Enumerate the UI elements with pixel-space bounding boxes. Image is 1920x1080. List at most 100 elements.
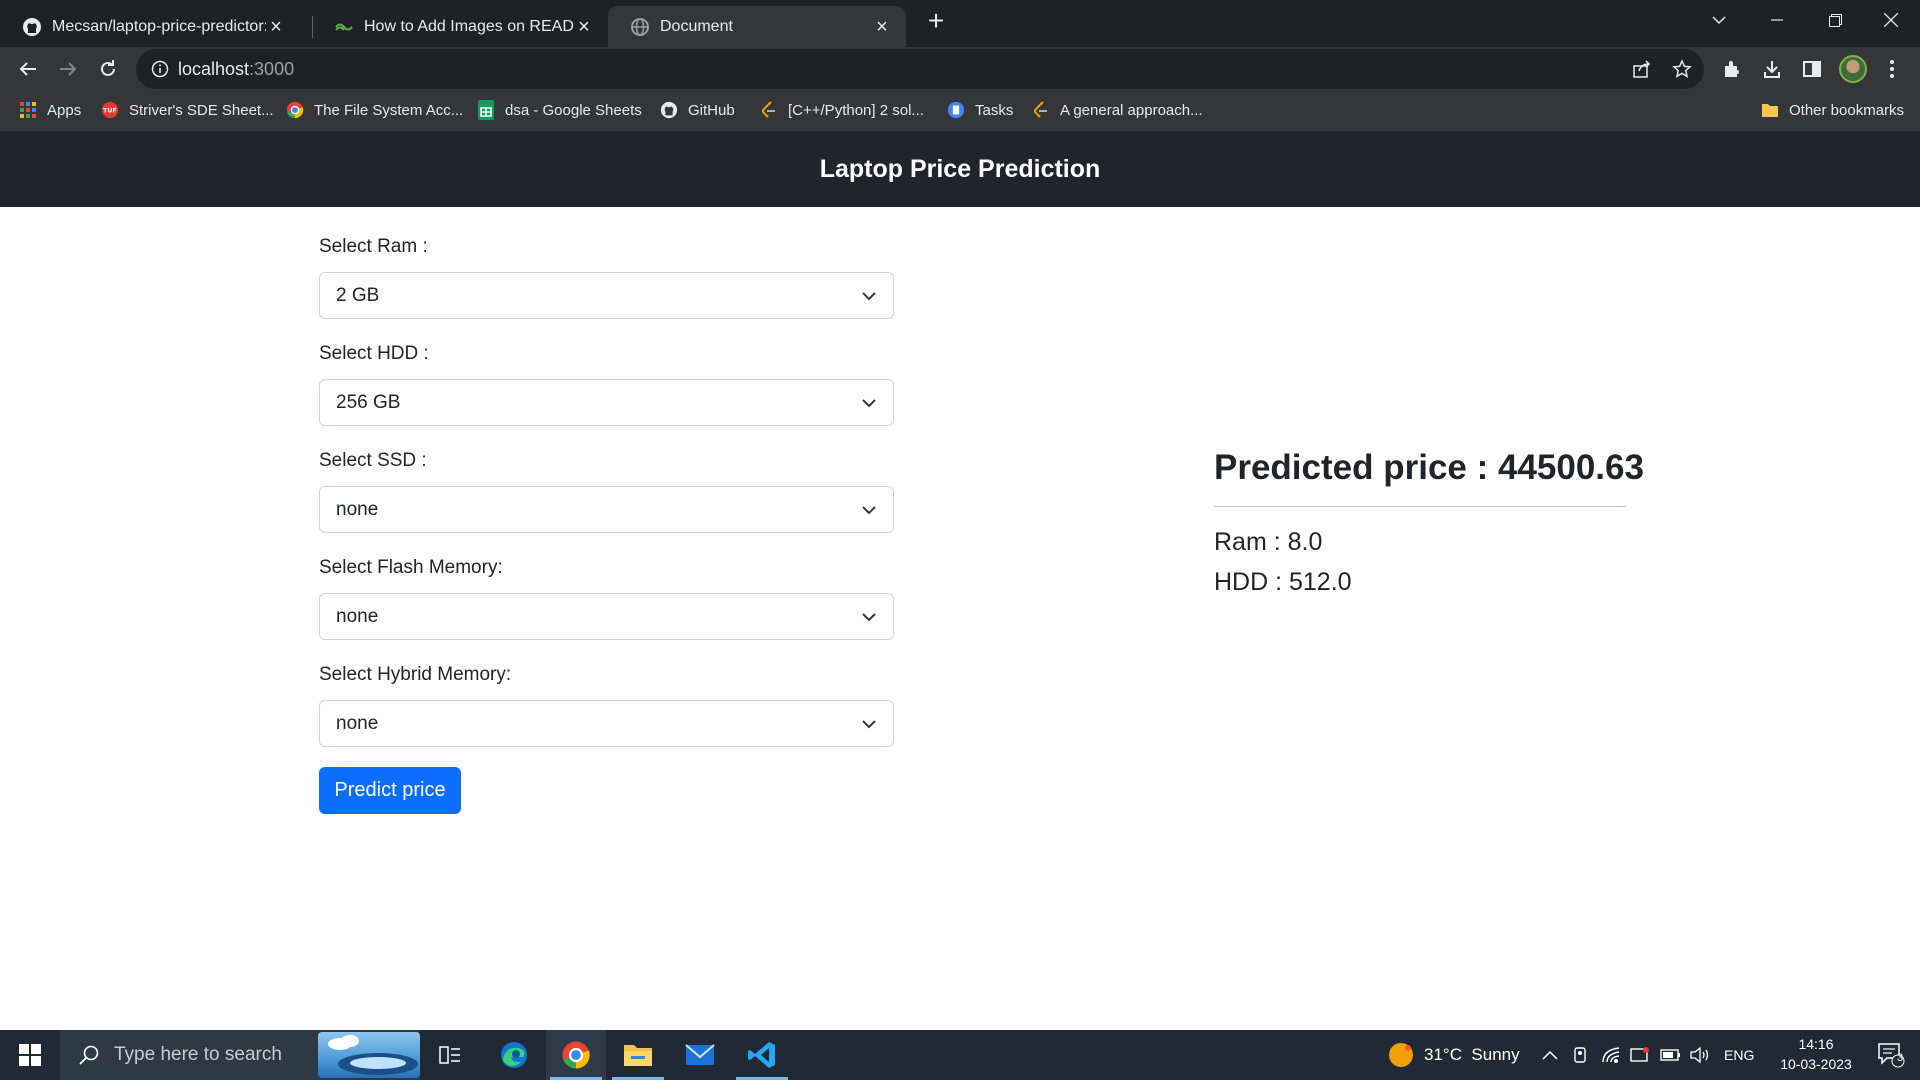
chevron-down-icon <box>862 292 876 301</box>
task-view-icon <box>439 1046 460 1064</box>
profile-avatar[interactable] <box>1839 55 1867 83</box>
tab-search-button[interactable] <box>1690 0 1748 40</box>
share-icon[interactable] <box>1630 57 1654 81</box>
bookmark-dsa-sheets[interactable]: dsa - Google Sheets <box>477 100 642 120</box>
taskbar-file-explorer[interactable] <box>608 1030 668 1080</box>
hdd-select[interactable]: 256 GB <box>319 379 894 426</box>
chevron-down-icon <box>862 399 876 408</box>
sun-icon <box>1389 1043 1413 1067</box>
minimize-button[interactable] <box>1748 0 1806 40</box>
notification-center-button[interactable]: 3 <box>1866 1030 1916 1080</box>
close-tab-icon[interactable]: × <box>266 17 286 37</box>
bookmark-file-system[interactable]: The File System Acc... <box>286 101 463 119</box>
back-button[interactable] <box>12 53 44 85</box>
reload-button[interactable] <box>92 53 124 85</box>
chevron-down-icon <box>862 613 876 622</box>
bookmark-apps[interactable]: Apps <box>19 101 81 119</box>
task-view-button[interactable] <box>420 1030 480 1080</box>
ram-label: Select Ram : <box>319 236 428 257</box>
predicted-price-heading: Predicted price : 44500.63 <box>1214 448 1644 487</box>
side-panel-icon[interactable] <box>1796 53 1828 85</box>
bookmark-other[interactable]: Other bookmarks <box>1761 101 1904 119</box>
hybrid-memory-label: Select Hybrid Memory: <box>319 664 512 685</box>
minimize-icon <box>1771 19 1783 21</box>
taskbar-vscode[interactable] <box>732 1030 792 1080</box>
url-host: localhost <box>178 59 250 79</box>
bookmark-general-approach[interactable]: A general approach... <box>1032 101 1203 119</box>
taskbar-mail[interactable] <box>670 1030 730 1080</box>
svg-text:TUF: TUF <box>103 108 117 115</box>
flash-memory-select-value: none <box>336 605 379 627</box>
bookmark-tasks[interactable]: Tasks <box>947 101 1013 119</box>
tab-github-repo[interactable]: Mecsan/laptop-price-predictor: M × <box>0 6 300 47</box>
bookmark-label: dsa - Google Sheets <box>505 101 642 119</box>
url-text[interactable]: localhost:3000 <box>178 59 294 80</box>
search-icon <box>79 1045 99 1065</box>
close-tab-icon[interactable]: × <box>872 17 892 37</box>
tab-document[interactable]: Document × <box>608 6 906 47</box>
extensions-icon[interactable] <box>1716 53 1748 85</box>
windows-logo-icon <box>19 1044 41 1066</box>
taskbar-search[interactable]: Type here to search <box>60 1030 420 1080</box>
display-icon[interactable] <box>1630 1030 1650 1080</box>
menu-kebab-icon[interactable] <box>1876 53 1908 85</box>
start-button[interactable] <box>0 1030 60 1080</box>
tab-title: How to Add Images on README <box>364 17 574 35</box>
predict-price-button[interactable]: Predict price <box>319 767 461 814</box>
github-icon <box>660 101 678 119</box>
forward-button[interactable] <box>52 53 84 85</box>
notification-count: 3 <box>1897 1052 1904 1064</box>
github-icon <box>22 17 42 37</box>
windows-taskbar: Type here to search 31°C Sunny ENG 14:16… <box>0 1030 1920 1080</box>
address-bar[interactable]: localhost:3000 <box>136 49 1704 89</box>
folder-icon <box>624 1045 652 1066</box>
info-icon[interactable] <box>150 59 170 79</box>
star-icon[interactable] <box>1670 57 1694 81</box>
search-placeholder: Type here to search <box>114 1044 282 1065</box>
taskbar-edge[interactable] <box>484 1030 544 1080</box>
hybrid-memory-select[interactable]: none <box>319 700 894 747</box>
new-tab-button[interactable]: + <box>922 7 950 36</box>
bookmark-label: Tasks <box>975 101 1014 119</box>
wifi-icon[interactable] <box>1601 1030 1621 1080</box>
leetcode-icon <box>1032 101 1050 119</box>
download-icon[interactable] <box>1756 53 1788 85</box>
globe-icon <box>630 17 650 37</box>
bookmarks-bar: Apps TUF Striver's SDE Sheet... The File… <box>0 91 1920 131</box>
chevron-down-icon <box>862 506 876 515</box>
bookmark-cpp-python[interactable]: [C++/Python] 2 sol... <box>760 101 924 119</box>
chevron-down-icon <box>862 720 876 729</box>
taskbar-clock[interactable]: 14:16 10-03-2023 <box>1766 1034 1866 1074</box>
flash-memory-select[interactable]: none <box>319 593 894 640</box>
browser-toolbar: localhost:3000 Apps TUF Striver's SDE Sh… <box>0 47 1920 131</box>
arrow-left-icon <box>19 62 36 76</box>
restore-icon <box>1828 13 1842 27</box>
apps-grid-icon <box>19 101 37 119</box>
weather-widget[interactable]: 31°C Sunny <box>1388 1030 1520 1080</box>
restore-button[interactable] <box>1806 0 1864 40</box>
ram-select[interactable]: 2 GB <box>319 272 894 319</box>
bookmark-strivers-sheet[interactable]: TUF Striver's SDE Sheet... <box>101 101 274 119</box>
taskbar-chrome[interactable] <box>546 1030 606 1080</box>
bookmark-github[interactable]: GitHub <box>660 101 735 119</box>
bookmark-label: Apps <box>47 101 82 119</box>
reload-icon <box>101 60 115 76</box>
ram-select-value: 2 GB <box>336 284 380 306</box>
volume-icon[interactable] <box>1690 1030 1712 1080</box>
clock-time: 14:16 <box>1798 1036 1834 1052</box>
ssd-select[interactable]: none <box>319 486 894 533</box>
prediction-result: Predicted price : 44500.63 Ram : 8.0 HDD… <box>1214 448 1644 597</box>
search-highlight-image[interactable] <box>318 1032 420 1078</box>
close-icon <box>1884 13 1898 27</box>
show-hidden-icons[interactable] <box>1542 1030 1558 1080</box>
hdd-select-value: 256 GB <box>336 391 401 413</box>
close-tab-icon[interactable]: × <box>574 17 594 37</box>
tab-readme-images[interactable]: How to Add Images on README × <box>312 6 608 47</box>
meet-now-icon[interactable] <box>1572 1030 1590 1080</box>
close-window-button[interactable] <box>1862 0 1920 40</box>
browser-tab-strip: Mecsan/laptop-price-predictor: M × How t… <box>0 0 1920 47</box>
battery-icon[interactable] <box>1660 1030 1682 1080</box>
bookmark-label: GitHub <box>688 101 735 119</box>
language-indicator[interactable]: ENG <box>1724 1030 1754 1080</box>
tuf-icon: TUF <box>101 101 119 119</box>
